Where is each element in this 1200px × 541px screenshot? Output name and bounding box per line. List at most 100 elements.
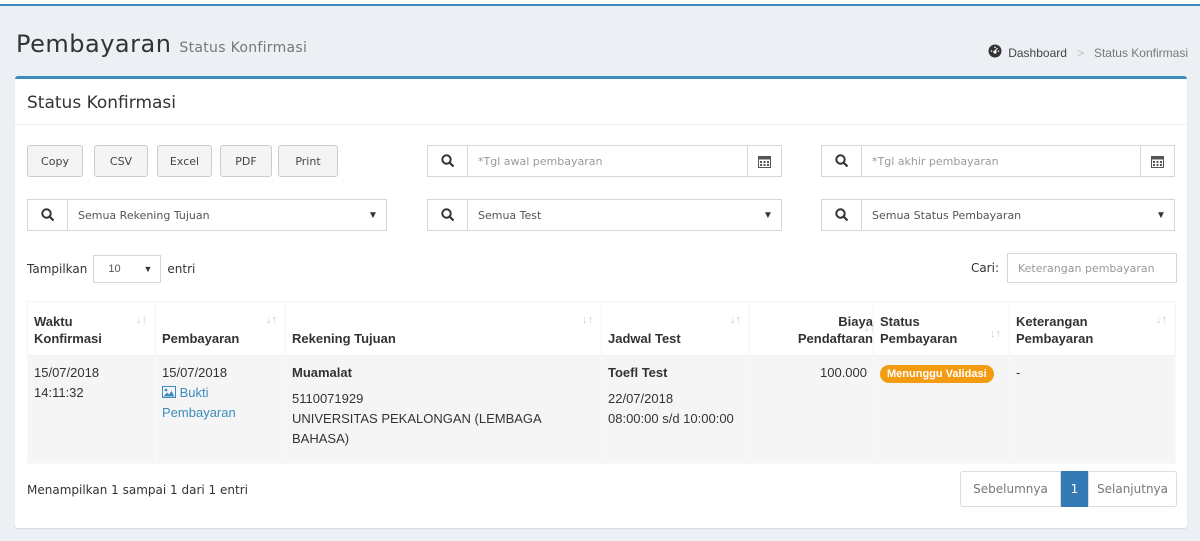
search-label: Cari: — [970, 261, 999, 275]
box-title: Status Konfirmasi — [27, 93, 177, 113]
account-select-group: Semua Rekening Tujuan ▼ — [27, 199, 387, 231]
table-row: 15/07/2018 14:11:32 15/07/2018 Bukti Pem… — [27, 355, 1176, 464]
col-waktu-konfirmasi[interactable]: Waktu Konfirmasi ↓↑ — [27, 301, 156, 357]
biaya-value: 100.000 — [820, 364, 867, 380]
sort-icon: ↓↑ — [1156, 314, 1167, 326]
image-icon — [162, 385, 176, 400]
next-page-button[interactable]: Selanjutnya — [1088, 471, 1177, 507]
cell-jadwal: Toefl Test 22/07/2018 08:00:00 s/d 10:00… — [601, 355, 750, 464]
calendar-icon[interactable] — [1140, 146, 1174, 176]
cell-pembayaran: 15/07/2018 Bukti Pembayaran — [155, 355, 286, 464]
col-jadwal-test[interactable]: Jadwal Test ↓↑ — [601, 301, 750, 357]
col-keterangan-line2: Pembayaran — [1016, 330, 1094, 346]
sort-icon: ↓↑ — [582, 314, 593, 326]
page-subtitle: Status Konfirmasi — [179, 40, 308, 56]
account-select[interactable]: Semua Rekening Tujuan — [68, 200, 360, 230]
start-date-input[interactable]: *Tgl awal pembayaran — [468, 146, 747, 176]
table-header-row: Waktu Konfirmasi ↓↑ Pembayaran ↓↑ Rekening … — [27, 301, 1176, 357]
end-date-group: *Tgl akhir pembayaran — [821, 145, 1175, 177]
search-input[interactable]: Keterangan pembayaran — [1007, 253, 1177, 283]
pdf-button[interactable]: PDF — [220, 145, 272, 177]
search-control: Cari: Keterangan pembayaran — [971, 253, 1177, 283]
sort-icon: ↓↑ — [136, 314, 147, 326]
cell-keterangan: - — [1009, 355, 1176, 464]
confirmation-table: Waktu Konfirmasi ↓↑ Pembayaran ↓↑ Rekening … — [27, 301, 1176, 464]
bukti-line1: Bukti — [179, 384, 209, 400]
test-time: 08:00:00 s/d 10:00:00 — [608, 410, 734, 426]
status-box: Status Konfirmasi Copy CSV Excel PDF Pri… — [15, 76, 1187, 528]
account-name: UNIVERSITAS PEKALONGAN (LEMBAGA BAHASA) — [292, 410, 541, 446]
length-label-before: Tampilkan — [27, 262, 88, 276]
keterangan-value: - — [1016, 364, 1021, 380]
cell-status: Menunggu Validasi — [873, 355, 1010, 464]
content-header: Pembayaran Status Konfirmasi Dashboard > … — [0, 8, 1200, 70]
search-icon — [428, 200, 468, 230]
account-number: 5110071929 — [292, 390, 364, 406]
prev-page-button[interactable]: Sebelumnya — [960, 471, 1061, 507]
status-select[interactable]: Semua Status Pembayaran — [862, 200, 1148, 230]
end-date-input[interactable]: *Tgl akhir pembayaran — [862, 146, 1140, 176]
col-status-pembayaran[interactable]: Status Pembayaran ↓↑ — [873, 301, 1010, 357]
col-pembayaran-label: Pembayaran — [162, 330, 240, 346]
col-status-line2: Pembayaran — [880, 330, 958, 346]
sort-icon: ↓↑ — [730, 314, 741, 326]
calendar-icon[interactable] — [747, 146, 781, 176]
test-select[interactable]: Semua Test — [468, 200, 755, 230]
length-select[interactable]: 10 ▼ — [93, 255, 162, 283]
sort-icon: ↓↑ — [266, 314, 277, 326]
col-biaya-line2: Pendaftaran — [797, 330, 873, 346]
cell-biaya: 100.000 — [749, 355, 874, 464]
col-status-line1: Status — [880, 313, 920, 329]
page-title-text: Pembayaran — [16, 30, 172, 58]
excel-button[interactable]: Excel — [157, 145, 212, 177]
search-icon — [428, 146, 468, 176]
col-biaya-pendaftaran[interactable]: Biaya Pendaftaran ↓↑ — [749, 301, 875, 357]
status-badge: Menunggu Validasi — [880, 364, 994, 383]
top-bar — [0, 0, 1200, 6]
test-date: 22/07/2018 — [608, 390, 674, 406]
search-icon — [822, 146, 862, 176]
breadcrumb-separator: > — [1076, 45, 1084, 60]
col-waktu-line1: Waktu — [34, 313, 73, 329]
pagination: Sebelumnya 1 Selanjutnya — [960, 471, 1177, 507]
bank-name: Muamalat — [292, 364, 352, 380]
csv-button[interactable]: CSV — [94, 145, 148, 177]
bukti-line2: Pembayaran — [162, 404, 236, 420]
waktu-time: 14:11:32 — [34, 384, 84, 400]
print-button[interactable]: Print — [278, 145, 338, 177]
bukti-pembayaran-link[interactable]: Bukti Pembayaran — [162, 383, 279, 423]
col-waktu-line2: Konfirmasi — [34, 330, 102, 346]
chevron-down-icon[interactable]: ▼ — [755, 200, 781, 230]
pembayaran-date: 15/07/2018 — [162, 364, 228, 380]
chevron-down-icon[interactable]: ▼ — [1148, 200, 1174, 230]
col-jadwal-label: Jadwal Test — [608, 330, 681, 346]
box-header: Status Konfirmasi — [15, 79, 1187, 125]
start-date-group: *Tgl awal pembayaran — [427, 145, 782, 177]
col-keterangan-line1: Keterangan — [1016, 313, 1088, 329]
search-icon — [28, 200, 68, 230]
length-control: Tampilkan 10 ▼ entri — [27, 255, 195, 283]
page-1-button[interactable]: 1 — [1061, 471, 1088, 507]
length-label-after: entri — [167, 262, 196, 276]
table-info: Menampilkan 1 sampai 1 dari 1 entri — [27, 483, 248, 497]
col-keterangan-pembayaran[interactable]: Keterangan Pembayaran ↓↑ — [1009, 301, 1176, 357]
col-rekening-tujuan[interactable]: Rekening Tujuan ↓↑ — [285, 301, 602, 357]
cell-waktu: 15/07/2018 14:11:32 — [27, 355, 156, 464]
col-pembayaran[interactable]: Pembayaran ↓↑ — [155, 301, 286, 357]
copy-button[interactable]: Copy — [27, 145, 83, 177]
status-select-group: Semua Status Pembayaran ▼ — [821, 199, 1175, 231]
sort-icon: ↓↑ — [990, 328, 1001, 340]
col-rekening-label: Rekening Tujuan — [292, 330, 396, 346]
test-name: Toefl Test — [608, 364, 668, 380]
length-value: 10 — [108, 263, 121, 275]
test-select-group: Semua Test ▼ — [427, 199, 782, 231]
breadcrumb-current: Status Konfirmasi — [1093, 45, 1188, 60]
chevron-down-icon[interactable]: ▼ — [360, 200, 386, 230]
cell-rekening: Muamalat 5110071929 UNIVERSITAS PEKALONG… — [285, 355, 602, 464]
breadcrumb-dashboard-link[interactable]: Dashboard — [1008, 46, 1067, 60]
dashboard-icon — [988, 44, 1002, 61]
chevron-down-icon: ▼ — [143, 264, 153, 274]
page-title: Pembayaran Status Konfirmasi — [16, 30, 307, 58]
breadcrumb: Dashboard > Status Konfirmasi — [988, 44, 1188, 61]
search-icon — [822, 200, 862, 230]
